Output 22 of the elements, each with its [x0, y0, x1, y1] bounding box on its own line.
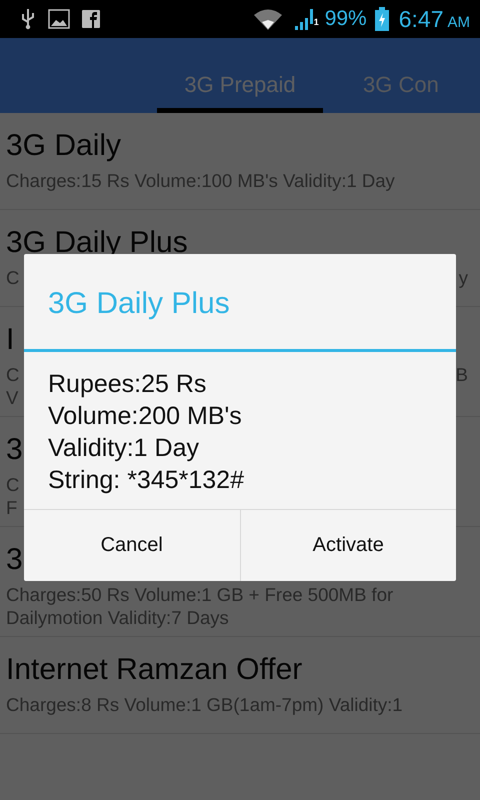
clock-period: AM — [448, 14, 470, 30]
plan-title: 3 — [6, 432, 23, 468]
clock-time: 6:47 — [398, 6, 444, 32]
plan-title: Internet Ramzan Offer — [6, 652, 302, 688]
plan-title: 3G Daily — [6, 128, 122, 164]
battery-percent: 99% — [324, 7, 367, 31]
dialog-text: Volume:200 MB's — [48, 401, 243, 432]
facebook-icon — [82, 10, 100, 28]
wifi-icon — [252, 8, 283, 30]
dialog-text: String: *345*132# — [48, 465, 245, 496]
dialog-button[interactable]: Activate — [240, 510, 456, 581]
usb-icon — [20, 8, 36, 30]
tab[interactable]: 3G Prepaid — [157, 64, 323, 113]
dialog-text: Validity:1 Day — [48, 433, 200, 464]
signal-icon — [292, 8, 315, 30]
plan-title: 3 — [6, 542, 23, 578]
image-icon — [48, 9, 70, 29]
battery-charging-icon — [374, 7, 389, 31]
dialog-title: 3G Daily Plus — [24, 254, 456, 352]
plan-title: I — [6, 322, 14, 358]
sim-slot-label: 1 — [314, 16, 319, 26]
dialog-text: Rupees:25 Rs — [48, 369, 208, 400]
